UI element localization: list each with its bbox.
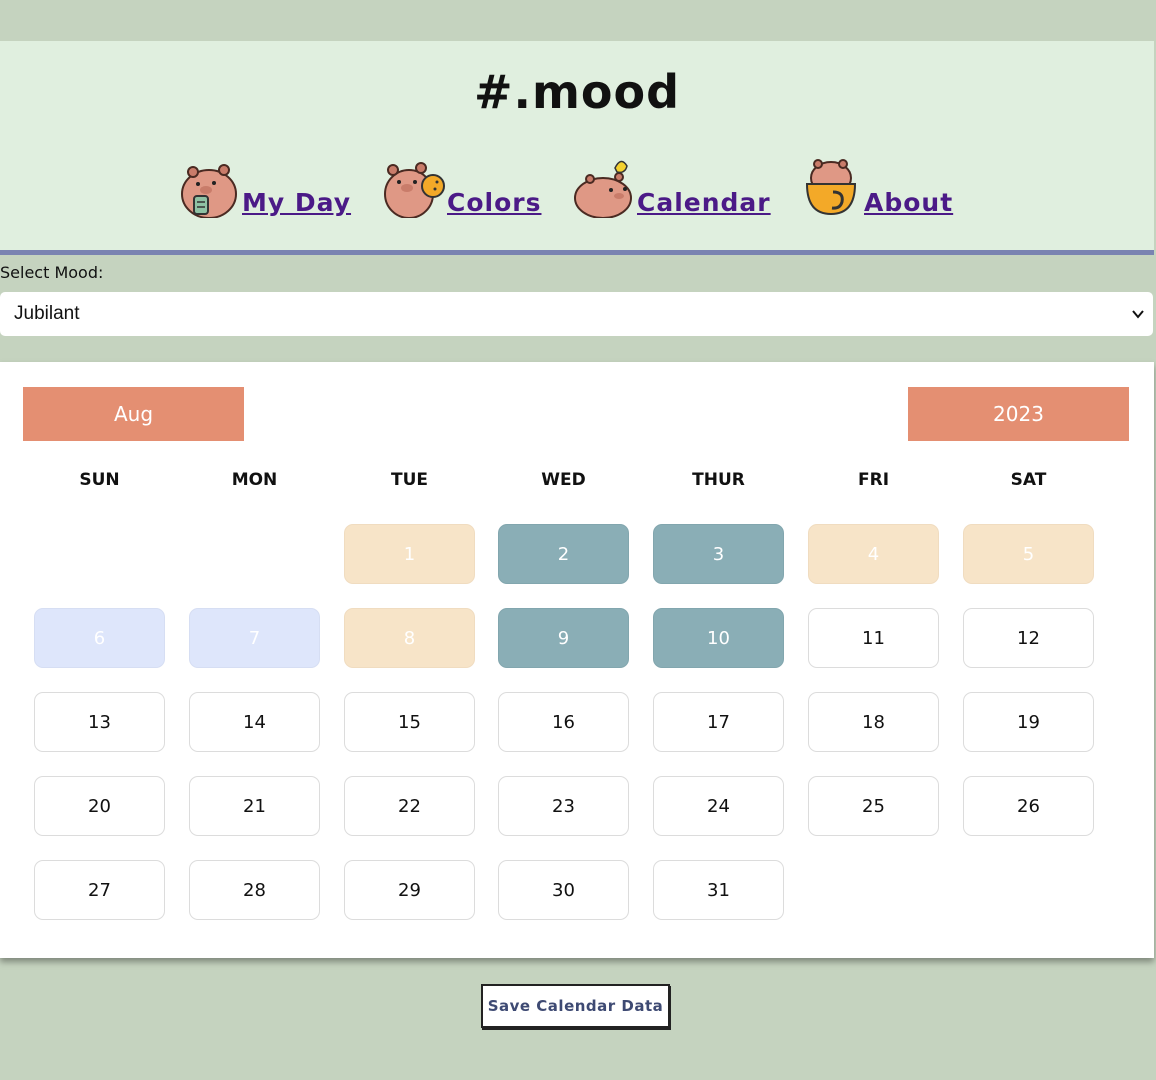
calendar-day[interactable]: 2 — [498, 524, 629, 584]
calendar-day[interactable]: 28 — [189, 860, 320, 920]
calendar-day[interactable]: 20 — [34, 776, 165, 836]
nav-calendar[interactable]: Calendar — [573, 156, 771, 218]
calendar-day[interactable]: 15 — [344, 692, 475, 752]
mood-select-value: Jubilant — [14, 303, 80, 324]
site-header: #.mood My Day Colors Calendar About — [0, 41, 1154, 255]
chevron-down-icon — [1132, 310, 1144, 319]
calendar-day[interactable]: 6 — [34, 608, 165, 668]
calendar-day[interactable]: 12 — [963, 608, 1094, 668]
capybara-in-bowl-icon — [805, 159, 857, 216]
weekday-label: SUN — [79, 470, 120, 490]
nav-label: My Day — [242, 188, 352, 217]
calendar-day[interactable]: 23 — [498, 776, 629, 836]
calendar-day[interactable]: 16 — [498, 692, 629, 752]
calendar-day[interactable]: 1 — [344, 524, 475, 584]
save-calendar-button[interactable]: Save Calendar Data — [481, 984, 670, 1028]
weekday-label: MON — [231, 470, 278, 490]
calendar-day[interactable]: 13 — [34, 692, 165, 752]
weekday-label: FRI — [857, 470, 890, 490]
calendar-day[interactable]: 30 — [498, 860, 629, 920]
nav-colors[interactable]: Colors — [383, 156, 541, 218]
site-title: #.mood — [473, 65, 681, 119]
calendar-day[interactable]: 3 — [653, 524, 784, 584]
calendar-day[interactable]: 4 — [808, 524, 939, 584]
calendar-day[interactable]: 27 — [34, 860, 165, 920]
calendar-day[interactable]: 8 — [344, 608, 475, 668]
calendar-day[interactable]: 7 — [189, 608, 320, 668]
weekday-label: TUE — [390, 470, 428, 490]
calendar-card: Aug 2023 SUN MON TUE WED THUR FRI SAT 12345678… — [0, 362, 1154, 958]
calendar-day[interactable]: 25 — [808, 776, 939, 836]
capybara-bird-icon — [574, 160, 632, 218]
calendar-day[interactable]: 18 — [808, 692, 939, 752]
weekday-label: THUR — [692, 470, 745, 490]
calendar-day[interactable]: 21 — [189, 776, 320, 836]
calendar-day[interactable]: 14 — [189, 692, 320, 752]
weekday-label: SAT — [1010, 470, 1047, 490]
nav-label: About — [864, 188, 954, 217]
calendar-day[interactable]: 10 — [653, 608, 784, 668]
calendar-day[interactable]: 29 — [344, 860, 475, 920]
nav-label: Calendar — [637, 188, 771, 217]
calendar-day[interactable]: 24 — [653, 776, 784, 836]
mood-select[interactable]: Jubilant — [0, 292, 1153, 336]
calendar-day[interactable]: 11 — [808, 608, 939, 668]
calendar-day[interactable]: 19 — [963, 692, 1094, 752]
weekday-label: WED — [541, 470, 586, 490]
calendar-day[interactable]: 5 — [963, 524, 1094, 584]
nav-my-day[interactable]: My Day — [178, 156, 351, 218]
nav-label: Colors — [447, 188, 542, 217]
year-button[interactable]: 2023 — [908, 387, 1129, 441]
mood-select-label: Select Mood: — [0, 263, 104, 282]
calendar-day[interactable]: 22 — [344, 776, 475, 836]
capybara-orange-icon — [384, 162, 445, 218]
capybara-phone-icon — [181, 164, 237, 218]
calendar-day[interactable]: 17 — [653, 692, 784, 752]
calendar-day[interactable]: 31 — [653, 860, 784, 920]
calendar-day[interactable]: 26 — [963, 776, 1094, 836]
calendar-day[interactable]: 9 — [498, 608, 629, 668]
nav-about[interactable]: About — [800, 156, 953, 218]
month-button[interactable]: Aug — [23, 387, 244, 441]
